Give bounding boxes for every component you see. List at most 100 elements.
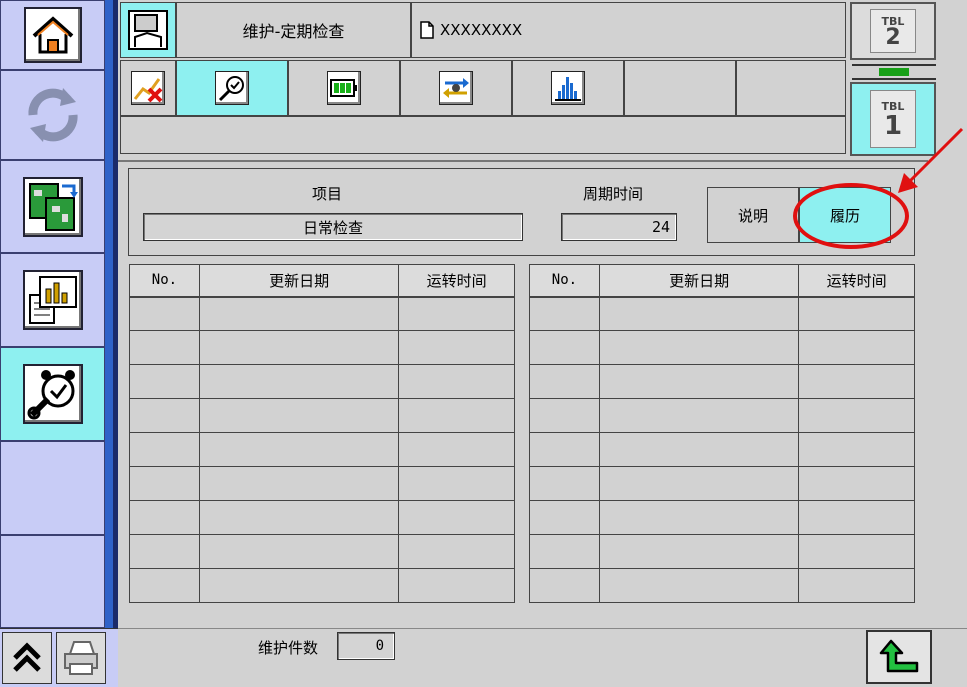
tab-battery[interactable] xyxy=(288,60,400,116)
cell-no xyxy=(529,500,600,535)
tab-empty xyxy=(736,60,846,116)
cell-run-time xyxy=(798,330,915,365)
maintenance-alarm-icon xyxy=(22,364,83,424)
sidebar-cycle-button[interactable] xyxy=(0,70,105,160)
explain-button[interactable]: 说明 xyxy=(707,187,799,243)
cell-no xyxy=(529,330,600,365)
tab-transfer[interactable] xyxy=(400,60,512,116)
tab-histogram[interactable] xyxy=(512,60,624,116)
cell-no xyxy=(529,296,600,331)
battery-icon xyxy=(327,71,361,105)
cell-run-time xyxy=(398,432,515,467)
recycle-icon xyxy=(27,88,78,142)
cell-run-time xyxy=(798,432,915,467)
cell-no xyxy=(529,534,600,569)
cell-run-time xyxy=(398,398,515,433)
cell-no xyxy=(129,330,200,365)
cell-no xyxy=(129,534,200,569)
table-row xyxy=(129,364,515,399)
history-table-left: No. 更新日期 运转时间 xyxy=(129,264,515,603)
cycle-time-label: 周期时间 xyxy=(583,185,644,203)
table-row xyxy=(129,432,515,467)
print-button[interactable] xyxy=(56,632,106,684)
cell-run-time xyxy=(398,364,515,399)
col-no: No. xyxy=(529,264,600,298)
sidebar-maintenance-button[interactable] xyxy=(0,347,105,441)
col-run-time: 运转时间 xyxy=(398,264,515,298)
cell-no xyxy=(129,432,200,467)
report-chart-icon xyxy=(22,270,83,330)
cell-update-date xyxy=(598,398,800,433)
tab-empty xyxy=(624,60,736,116)
return-arrow-icon xyxy=(879,639,919,673)
bottom-bar xyxy=(118,628,967,687)
table-header-row: No. 更新日期 运转时间 xyxy=(129,264,515,298)
maintenance-count-label: 维护件数 xyxy=(258,639,319,657)
operator-icon xyxy=(128,10,168,50)
table-row xyxy=(529,500,915,535)
table-row xyxy=(529,534,915,569)
cell-no xyxy=(529,466,600,501)
sidebar-board-button[interactable] xyxy=(0,160,105,253)
cell-update-date xyxy=(198,296,400,331)
cell-update-date xyxy=(198,330,400,365)
col-update-date: 更新日期 xyxy=(198,264,400,298)
table-row xyxy=(129,398,515,433)
tab-maintenance[interactable] xyxy=(176,60,288,116)
cell-no xyxy=(129,398,200,433)
cell-run-time xyxy=(798,568,915,603)
table-row xyxy=(529,330,915,365)
return-button[interactable] xyxy=(866,630,932,684)
cell-update-date xyxy=(598,466,800,501)
col-run-time: 运转时间 xyxy=(798,264,915,298)
cell-update-date xyxy=(198,534,400,569)
tbl-number: 2 xyxy=(885,24,901,50)
cell-run-time xyxy=(398,500,515,535)
transfer-icon xyxy=(439,71,473,105)
cell-run-time xyxy=(798,534,915,569)
cell-no xyxy=(529,398,600,433)
tbl-2-button[interactable]: TBL 2 xyxy=(850,2,936,60)
tab-trend[interactable] xyxy=(120,60,176,116)
cell-no xyxy=(529,364,600,399)
col-update-date: 更新日期 xyxy=(598,264,800,298)
cell-no xyxy=(129,296,200,331)
circuit-board-icon xyxy=(22,176,83,237)
histogram-icon xyxy=(551,71,585,105)
trend-error-icon xyxy=(131,71,165,105)
cell-no xyxy=(129,568,200,603)
cell-update-date xyxy=(598,330,800,365)
cell-update-date xyxy=(598,364,800,399)
annotation-arrow xyxy=(898,127,964,193)
cell-run-time xyxy=(798,500,915,535)
cell-update-date xyxy=(198,500,400,535)
cell-update-date xyxy=(198,398,400,433)
file-name: XXXXXXXX xyxy=(440,21,523,39)
table-row xyxy=(129,466,515,501)
screen-icon-cell xyxy=(120,2,176,58)
file-name-field: XXXXXXXX xyxy=(411,2,846,58)
cell-update-date xyxy=(198,432,400,467)
sidebar-report-button[interactable] xyxy=(0,253,105,347)
item-label: 项目 xyxy=(312,185,343,203)
cell-update-date xyxy=(598,534,800,569)
printer-icon xyxy=(64,641,98,675)
table-row xyxy=(129,568,515,603)
table-row xyxy=(529,296,915,331)
message-bar xyxy=(120,116,846,154)
table-row xyxy=(529,398,915,433)
table-row xyxy=(129,534,515,569)
sidebar-empty-slot xyxy=(0,535,105,628)
sidebar-home-button[interactable] xyxy=(0,0,105,70)
cell-run-time xyxy=(398,568,515,603)
scroll-up-button[interactable] xyxy=(2,632,52,684)
table-row xyxy=(129,500,515,535)
table-row xyxy=(529,364,915,399)
table-row xyxy=(529,466,915,501)
maintenance-alarm-icon xyxy=(215,71,249,105)
cell-update-date xyxy=(198,364,400,399)
cell-update-date xyxy=(598,500,800,535)
item-value-field: 日常检查 xyxy=(143,213,523,241)
cell-update-date xyxy=(598,296,800,331)
connector-icon xyxy=(879,68,909,76)
